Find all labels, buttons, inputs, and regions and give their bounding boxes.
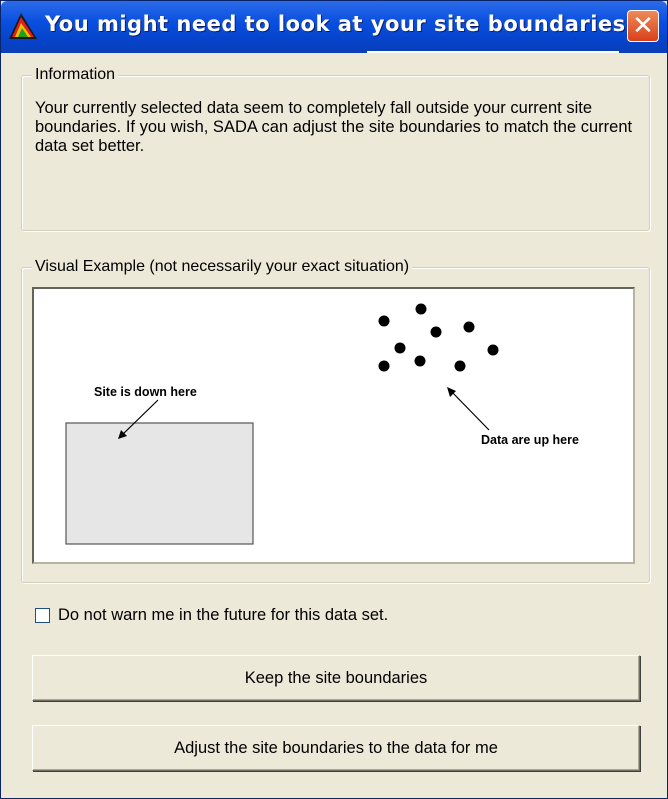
data-point: [414, 355, 426, 367]
data-point: [378, 315, 390, 327]
dialog-window: You might need to look at your site boun…: [0, 0, 668, 799]
data-point: [415, 303, 427, 315]
information-group-label: Information: [32, 66, 119, 84]
data-point: [487, 344, 499, 356]
keep-boundaries-button[interactable]: Keep the site boundaries: [32, 655, 640, 701]
adjust-boundaries-button[interactable]: Adjust the site boundaries to the data f…: [32, 725, 640, 771]
dont-warn-checkbox[interactable]: [35, 608, 50, 623]
data-point: [378, 360, 390, 372]
dont-warn-label[interactable]: Do not warn me in the future for this da…: [58, 606, 388, 625]
visual-example-group-label: Visual Example (not necessarily your exa…: [32, 258, 413, 276]
data-point: [454, 360, 466, 372]
data-point: [463, 321, 475, 333]
window-title: You might need to look at your site boun…: [45, 12, 652, 36]
site-rectangle: [65, 422, 254, 545]
data-point: [394, 342, 406, 354]
data-point: [430, 326, 442, 338]
visual-example-canvas: Site is down here Data are up here: [32, 287, 635, 564]
data-label: Data are up here: [481, 433, 579, 447]
data-arrow-line: [448, 388, 490, 431]
site-label: Site is down here: [94, 385, 197, 399]
close-button[interactable]: ✕: [627, 10, 659, 42]
information-text: Your currently selected data seem to com…: [35, 99, 633, 155]
title-bar[interactable]: You might need to look at your site boun…: [1, 1, 667, 53]
sada-app-icon: [9, 13, 37, 39]
title-underline: [367, 51, 619, 53]
example-illustration: Site is down here Data are up here: [65, 303, 579, 545]
